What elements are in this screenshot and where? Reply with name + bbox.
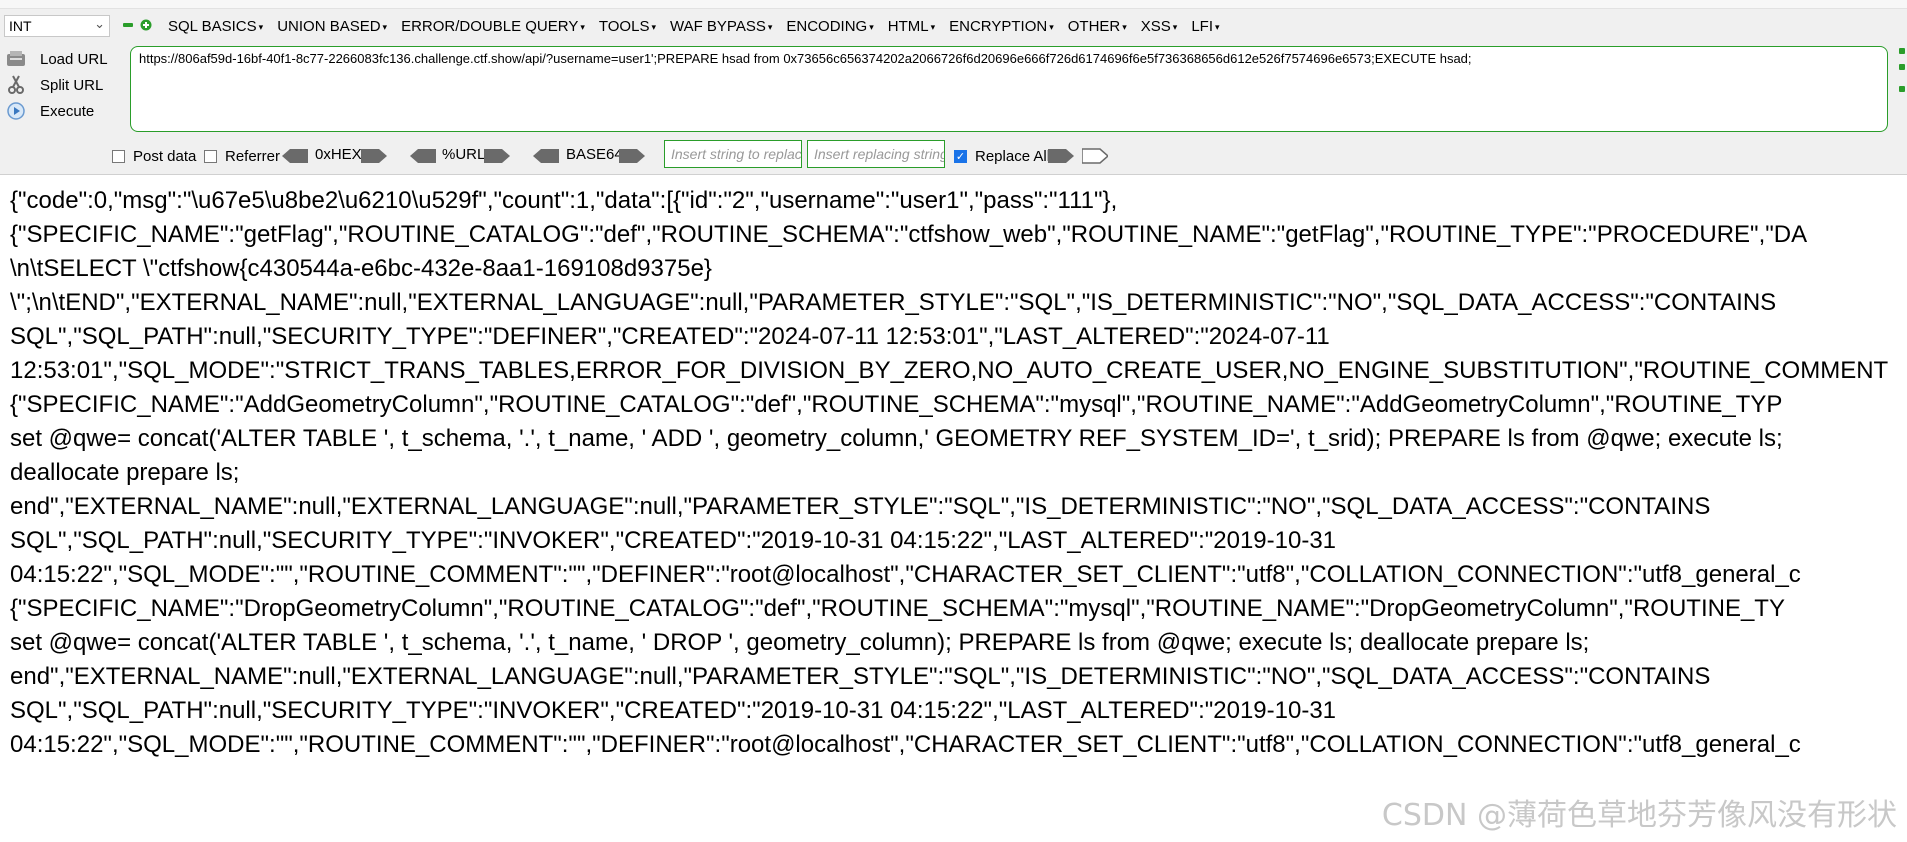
replace-all-box[interactable]: ✓	[954, 150, 967, 163]
post-data-box[interactable]	[112, 150, 125, 163]
response-line: end","EXTERNAL_NAME":null,"EXTERNAL_LANG…	[10, 493, 1711, 520]
menu-item-waf-bypass[interactable]: WAF BYPASS	[670, 18, 772, 35]
load-url-button[interactable]: Load URL	[6, 46, 108, 72]
response-line: 04:15:22","SQL_MODE":"","ROUTINE_COMMENT…	[10, 561, 1801, 588]
menu-item-union-based[interactable]: UNION BASED	[277, 18, 387, 35]
menu-item-tools[interactable]: TOOLS	[599, 18, 656, 35]
injection-type-value: INT	[9, 18, 32, 34]
hex-decode-arrow-icon[interactable]	[282, 147, 308, 165]
response-line: SQL","SQL_PATH":null,"SECURITY_TYPE":"IN…	[10, 697, 1337, 724]
referrer-checkbox[interactable]: Referrer	[204, 148, 280, 165]
scroll-marker-mid	[1899, 64, 1905, 70]
replacing-string-input[interactable]: Insert replacing string	[807, 140, 945, 168]
divider	[0, 174, 1907, 175]
response-line: \";\n\tEND","EXTERNAL_NAME":null,"EXTERN…	[10, 289, 1777, 316]
response-line: {"SPECIFIC_NAME":"getFlag","ROUTINE_CATA…	[10, 221, 1808, 248]
response-line: deallocate prepare ls;	[10, 459, 240, 486]
url-area: https://806af59d-16bf-40f1-8c77-2266083f…	[128, 46, 1907, 138]
response-line: set @qwe= concat('ALTER TABLE ', t_schem…	[10, 425, 1783, 452]
url-encode-arrow-icon[interactable]	[484, 147, 510, 165]
chevron-down-icon: ⌄	[94, 16, 105, 31]
menu-item-html[interactable]: HTML	[888, 18, 935, 35]
response-line: end","EXTERNAL_NAME":null,"EXTERNAL_LANG…	[10, 663, 1711, 690]
response-body: {"code":0,"msg":"\u67e5\u8be2\u6210\u529…	[10, 184, 1907, 784]
menu-item-lfi[interactable]: LFI	[1191, 18, 1219, 35]
referrer-label: Referrer	[225, 148, 281, 165]
play-icon	[6, 101, 26, 121]
execute-label: Execute	[40, 102, 95, 120]
split-url-label: Split URL	[40, 76, 104, 94]
menu-item-xss[interactable]: XSS	[1141, 18, 1178, 35]
response-line: {"code":0,"msg":"\u67e5\u8be2\u6210\u529…	[10, 187, 1118, 214]
scroll-marker-bottom	[1899, 86, 1905, 92]
url-decode-arrow-icon[interactable]	[410, 147, 436, 165]
split-url-button[interactable]: Split URL	[6, 72, 103, 98]
post-data-checkbox[interactable]: Post data	[112, 148, 196, 165]
plus-icon[interactable]	[140, 19, 152, 31]
menu-item-other[interactable]: OTHER	[1068, 18, 1127, 35]
replace-string-input[interactable]: Insert string to replace	[664, 140, 802, 168]
side-panel: Load URL Split URL Execute	[0, 46, 128, 174]
response-line: SQL","SQL_PATH":null,"SECURITY_TYPE":"IN…	[10, 527, 1337, 554]
base64-label: BASE64	[566, 146, 623, 163]
replace-all-label: Replace All	[975, 148, 1051, 165]
response-line: set @qwe= concat('ALTER TABLE ', t_schem…	[10, 629, 1590, 656]
base64-decode-arrow-icon[interactable]	[533, 147, 559, 165]
load-url-label: Load URL	[40, 50, 108, 68]
response-line: {"SPECIFIC_NAME":"DropGeometryColumn","R…	[10, 595, 1785, 622]
options-row: Post data Referrer 0xHEX %URL BASE64 Ins…	[112, 138, 1907, 174]
replace-all-checkbox[interactable]: ✓ Replace All	[954, 148, 1050, 165]
response-line: \n\tSELECT \"ctfshow{c430544a-e6bc-432e-…	[10, 255, 712, 282]
main-menu: SQL BASICS UNION BASED ERROR/DOUBLE QUERY T…	[168, 18, 1220, 35]
url-encoding-label: %URL	[442, 146, 486, 163]
scroll-marker-top	[1899, 48, 1905, 54]
load-icon	[6, 49, 26, 69]
hex-encode-arrow-icon[interactable]	[361, 147, 387, 165]
minus-icon[interactable]	[122, 19, 134, 31]
menu-item-error-double-query[interactable]: ERROR/DOUBLE QUERY	[401, 18, 585, 35]
injection-type-select[interactable]: INT ⌄	[4, 15, 110, 37]
menu-item-sql-basics[interactable]: SQL BASICS	[168, 18, 263, 35]
referrer-box[interactable]	[204, 150, 217, 163]
scissors-icon	[6, 75, 26, 95]
replace-reverse-arrow-icon[interactable]	[1082, 147, 1108, 165]
execute-button[interactable]: Execute	[6, 98, 94, 124]
menu-item-encoding[interactable]: ENCODING	[786, 18, 873, 35]
watermark-text: CSDN @薄荷色草地芬芳像风没有形状	[1381, 798, 1897, 833]
base64-encode-arrow-icon[interactable]	[619, 147, 645, 165]
response-line: {"SPECIFIC_NAME":"AddGeometryColumn","RO…	[10, 391, 1783, 418]
response-line: 04:15:22","SQL_MODE":"","ROUTINE_COMMENT…	[10, 731, 1801, 758]
menu-bar: INT ⌄ SQL BASICS UNION BASED ERROR/DOUBLE …	[0, 0, 1907, 46]
response-line: 12:53:01","SQL_MODE":"STRICT_TRANS_TABLE…	[10, 357, 1889, 384]
replace-arrow-icon[interactable]	[1048, 147, 1074, 165]
menu-item-encryption[interactable]: ENCRYPTION	[949, 18, 1054, 35]
hex-label: 0xHEX	[315, 146, 362, 163]
response-line: SQL","SQL_PATH":null,"SECURITY_TYPE":"DE…	[10, 323, 1330, 350]
url-input[interactable]: https://806af59d-16bf-40f1-8c77-2266083f…	[130, 46, 1888, 132]
post-data-label: Post data	[133, 148, 197, 165]
top-strip	[0, 0, 1907, 9]
